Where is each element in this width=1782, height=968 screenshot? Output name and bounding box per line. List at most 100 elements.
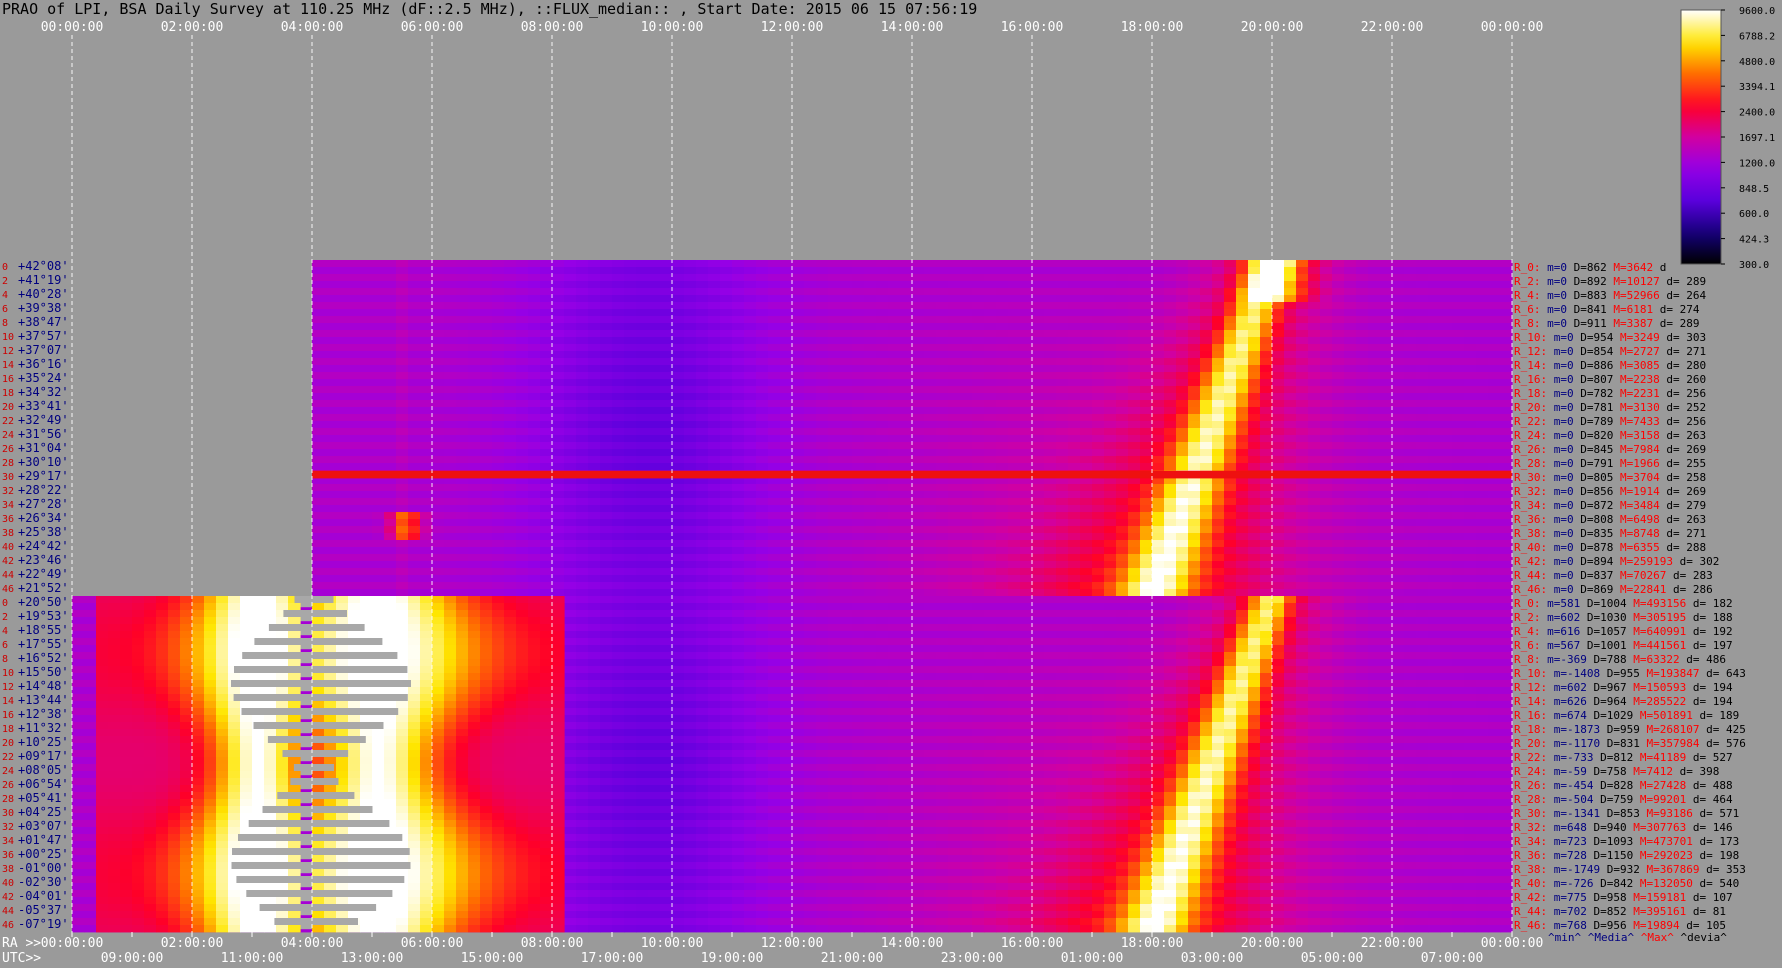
heat-cell <box>1428 337 1441 345</box>
heat-cell <box>516 442 529 450</box>
heat-cell <box>924 393 937 401</box>
heat-cell <box>528 561 541 569</box>
heat-cell <box>1488 372 1501 380</box>
heat-cell <box>1332 407 1345 415</box>
heat-cell <box>984 386 997 394</box>
heat-cell <box>600 379 613 387</box>
heat-cell <box>552 337 565 345</box>
heat-cell <box>456 491 469 499</box>
heat-cell <box>1452 400 1465 408</box>
heat-cell <box>312 456 325 464</box>
heat-cell <box>1368 449 1381 457</box>
heat-cell <box>756 435 769 443</box>
heat-cell <box>420 400 433 408</box>
heat-cell <box>1224 379 1237 387</box>
heat-cell <box>1404 302 1417 310</box>
heat-cell <box>828 337 841 345</box>
heat-cell <box>360 393 373 401</box>
heat-cell <box>756 519 769 527</box>
heat-cell <box>660 498 673 506</box>
heat-cell <box>672 316 685 324</box>
heat-cell <box>444 274 457 282</box>
heat-cell <box>1416 498 1429 506</box>
heat-cell <box>1488 295 1501 303</box>
heat-cell <box>336 561 349 569</box>
heat-cell <box>768 309 781 317</box>
heat-cell <box>1488 547 1501 555</box>
heat-cell <box>1416 323 1429 331</box>
heat-cell <box>816 260 829 268</box>
heat-cell <box>996 288 1009 296</box>
heat-cell <box>1416 344 1429 352</box>
heat-cell <box>504 337 517 345</box>
heat-cell <box>1008 547 1021 555</box>
heat-cell <box>864 512 877 520</box>
heat-cell <box>420 428 433 436</box>
heat-cell <box>348 435 361 443</box>
heat-cell <box>1464 456 1477 464</box>
heat-cell <box>720 302 733 310</box>
heat-cell <box>540 540 553 548</box>
heat-cell <box>1032 463 1045 471</box>
heat-cell <box>924 582 937 590</box>
heat-cell <box>468 505 481 513</box>
heat-cell <box>1500 274 1513 282</box>
heat-cell <box>996 302 1009 310</box>
heat-cell <box>1440 561 1453 569</box>
heat-cell <box>696 505 709 513</box>
heat-cell <box>996 484 1009 492</box>
heat-cell <box>336 512 349 520</box>
heat-cell <box>660 442 673 450</box>
heat-cell <box>612 547 625 555</box>
heat-cell <box>1248 435 1261 443</box>
heat-cell <box>1080 386 1093 394</box>
heat-cell <box>432 463 445 471</box>
heat-cell <box>396 372 409 380</box>
heat-cell <box>624 288 637 296</box>
heat-cell <box>516 281 529 289</box>
heat-cell <box>408 309 421 317</box>
heat-cell <box>648 456 661 464</box>
heat-cell <box>372 554 385 562</box>
heat-cell <box>840 421 853 429</box>
heat-cell <box>528 379 541 387</box>
heat-cell <box>576 316 589 324</box>
heat-cell <box>600 344 613 352</box>
heat-cell <box>408 505 421 513</box>
heat-cell <box>1056 589 1069 597</box>
heat-cell <box>1020 400 1033 408</box>
heat-cell <box>1212 505 1225 513</box>
heat-cell <box>1476 519 1489 527</box>
heat-cell <box>1392 344 1405 352</box>
heat-cell <box>528 491 541 499</box>
heat-cell <box>516 288 529 296</box>
heat-cell <box>1116 400 1129 408</box>
heat-cell <box>1248 428 1261 436</box>
heat-cell <box>1440 351 1453 359</box>
heat-cell <box>1404 337 1417 345</box>
heat-cell <box>636 540 649 548</box>
heat-cell <box>828 372 841 380</box>
heat-cell <box>1380 540 1393 548</box>
heat-cell <box>636 561 649 569</box>
heat-cell <box>1308 379 1321 387</box>
heat-cell <box>984 260 997 268</box>
heat-cell <box>420 288 433 296</box>
heat-cell <box>1068 540 1081 548</box>
heat-cell <box>1200 267 1213 275</box>
heat-cell <box>984 575 997 583</box>
heat-cell <box>1320 260 1333 268</box>
heat-cell <box>840 505 853 513</box>
heat-cell <box>684 547 697 555</box>
heat-cell <box>420 414 433 422</box>
heat-cell <box>1164 505 1177 513</box>
heat-cell <box>1332 428 1345 436</box>
heat-cell <box>336 281 349 289</box>
heat-cell <box>1380 393 1393 401</box>
heat-cell <box>1236 302 1249 310</box>
heat-cell <box>960 281 973 289</box>
heat-cell <box>1080 435 1093 443</box>
heat-cell <box>1200 568 1213 576</box>
heat-cell <box>924 596 937 604</box>
heat-cell <box>1104 288 1117 296</box>
